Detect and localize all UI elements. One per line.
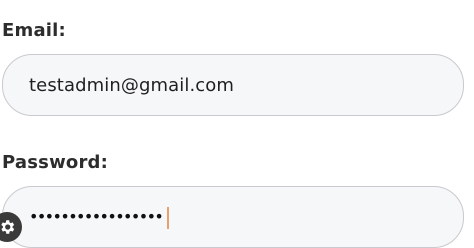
password-masked-value: ••••••••••••••••• <box>29 207 164 226</box>
email-value: testadmin@gmail.com <box>29 74 235 96</box>
password-field[interactable]: ••••••••••••••••• <box>2 186 464 248</box>
text-caret <box>167 207 169 229</box>
login-form: Email: testadmin@gmail.com Password: •••… <box>0 0 474 248</box>
password-label: Password: <box>2 152 109 173</box>
email-field[interactable]: testadmin@gmail.com <box>2 54 464 116</box>
email-label: Email: <box>2 20 66 41</box>
gear-icon-glyph <box>1 220 15 234</box>
